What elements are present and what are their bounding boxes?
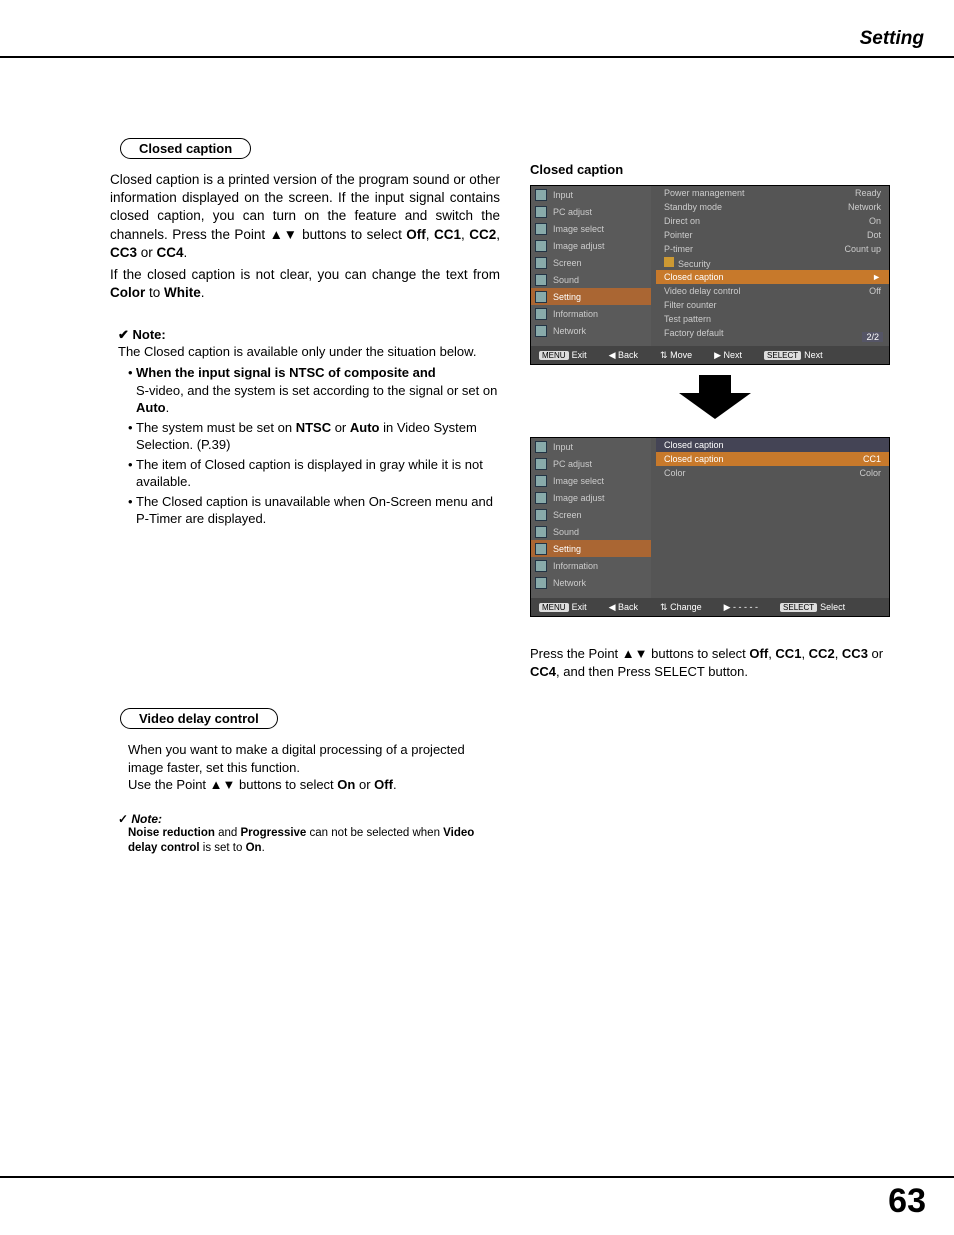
osd2-navbar: MENUExit ◀ Back ⇅ Change ▶ - - - - - SEL… [531,598,889,616]
osd-main-item: Security [656,256,889,270]
osd-side-item: Input [531,186,651,203]
osd1-page-indicator: 2/2 [862,332,883,342]
figure-title: Closed caption [530,162,900,177]
osd-side-item: Image select [531,472,651,489]
vd-note-body: Noise reduction and Progressive can not … [128,826,500,856]
page-footer: 63 [0,1176,954,1235]
cc-note-label: Note: [118,327,500,343]
osd-side-item: Information [531,305,651,322]
osd-side-item: Network [531,574,651,591]
osd-main-item: P-timerCount up [656,242,889,256]
osd-side-item: Information [531,557,651,574]
page-number: 63 [888,1182,926,1220]
osd1-navbar: MENUExit ◀ Back ⇅ Move ▶ Next SELECTNext [531,346,889,364]
osd-main-item: Closed caption► [656,270,889,284]
cc-paragraph-1: Closed caption is a printed version of t… [110,171,500,262]
osd-main-item: Standby modeNetwork [656,200,889,214]
osd-side-item: Input [531,438,651,455]
osd-main-item: Direct onOn [656,214,889,228]
osd-side-item: Screen [531,506,651,523]
video-delay-section: Video delay control When you want to mak… [110,708,500,856]
lock-icon [664,257,674,267]
osd-side-item: Screen [531,254,651,271]
video-delay-heading: Video delay control [120,708,278,729]
osd-screenshot-1: InputPC adjustImage selectImage adjustSc… [530,185,890,365]
osd-side-item: PC adjust [531,203,651,220]
osd-side-item: Network [531,322,651,339]
osd-side-item: Image select [531,220,651,237]
osd-main-item: Video delay controlOff [656,284,889,298]
osd-side-item: Image adjust [531,489,651,506]
osd-side-item: PC adjust [531,455,651,472]
osd-main-item: ColorColor [656,466,889,480]
cc-paragraph-2: If the closed caption is not clear, you … [110,266,500,302]
closed-caption-heading: Closed caption [120,138,251,159]
vd-body: When you want to make a digital processi… [128,741,500,794]
osd-main-item: PointerDot [656,228,889,242]
down-arrow-icon [679,375,751,421]
right-column: Closed caption InputPC adjustImage selec… [530,138,900,856]
osd-side-item: Setting [531,288,651,305]
left-column: Closed caption Closed caption is a print… [110,138,500,856]
osd-side-item: Image adjust [531,237,651,254]
page-header: Setting [0,0,954,58]
vd-note-label: Note: [118,812,500,826]
osd-main-item: Power managementReady [656,186,889,200]
osd-side-item: Setting [531,540,651,557]
osd-side-item: Sound [531,523,651,540]
osd-main-item: Filter counter [656,298,889,312]
osd2-title: Closed caption [656,438,889,452]
osd-main-item: Factory default [656,326,889,340]
osd-side-item: Sound [531,271,651,288]
figure-caption: Press the Point ▲▼ buttons to select Off… [530,645,900,680]
cc-note-intro: The Closed caption is available only und… [118,343,500,361]
osd-main-item: Closed captionCC1 [656,452,889,466]
content-area: Closed caption Closed caption is a print… [0,58,954,856]
osd-main-item: Test pattern [656,312,889,326]
osd-screenshot-2: InputPC adjustImage selectImage adjustSc… [530,437,890,617]
cc-note-bullets: •When the input signal is NTSC of compos… [128,364,500,528]
section-title: Setting [860,28,924,49]
